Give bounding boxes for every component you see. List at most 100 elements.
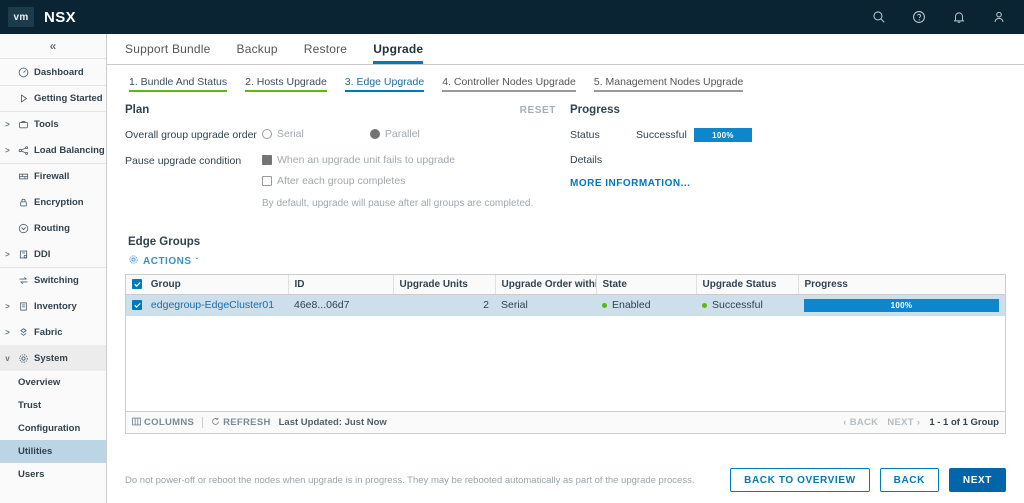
pagination: ‹ BACK NEXT › 1 - 1 of 1 Group	[843, 417, 999, 428]
table-row[interactable]: edgegroup-EdgeCluster01 46e8...06d7 2 Se…	[126, 294, 1005, 316]
cell-progress: 100%	[798, 294, 1005, 316]
sidebar-item-dashboard[interactable]: Dashboard	[0, 59, 106, 85]
upgrade-order-label: Overall group upgrade order	[125, 129, 257, 141]
step-management-nodes-upgrade[interactable]: 5. Management Nodes Upgrade	[593, 76, 744, 92]
sidebar-item-utilities[interactable]: Utilities	[0, 440, 106, 463]
sidebar-item-label: Encryption	[34, 196, 84, 208]
cell-upgrade-order: Serial	[501, 299, 528, 312]
cell-group[interactable]: edgegroup-EdgeCluster01	[126, 294, 288, 316]
columns-label: COLUMNS	[144, 417, 195, 428]
tab-upgrade[interactable]: Upgrade	[373, 42, 424, 64]
sidebar-item-label: Tools	[34, 119, 59, 130]
plan-title: Plan	[125, 104, 150, 116]
pagination-back-button[interactable]: ‹ BACK	[843, 417, 878, 428]
back-button[interactable]: BACK	[879, 468, 939, 492]
sidebar-item-label: Load Balancing	[34, 144, 105, 156]
sidebar-item-label: Getting Started	[34, 93, 103, 104]
pagination-next-label: NEXT	[887, 417, 914, 428]
sidebar-item-tools[interactable]: > Tools	[0, 111, 106, 137]
main-content: Support Bundle Backup Restore Upgrade 1.…	[107, 34, 1024, 503]
sidebar-item-fabric[interactable]: > Fabric	[0, 319, 106, 345]
refresh-label: REFRESH	[223, 417, 271, 428]
step-bundle-and-status[interactable]: 1. Bundle And Status	[129, 76, 228, 92]
cell-state: Enabled	[596, 294, 696, 316]
row-checkbox[interactable]	[132, 300, 142, 311]
checkbox-pause-on-failure[interactable]	[262, 155, 272, 165]
user-icon[interactable]	[992, 10, 1006, 24]
column-header-group[interactable]: Group	[126, 275, 289, 295]
sidebar-item-label: Firewall	[34, 171, 70, 182]
firewall-icon	[16, 171, 30, 182]
status-dot-icon	[702, 302, 707, 308]
upgrade-status-text: Successful	[712, 299, 763, 312]
help-icon[interactable]	[912, 10, 926, 24]
sidebar-item-trust[interactable]: Trust	[0, 394, 106, 417]
routing-icon	[16, 223, 30, 234]
sidebar-item-label: DDI	[34, 248, 51, 260]
chevron-right-icon: >	[5, 145, 10, 155]
progress-status-label: Status	[570, 129, 600, 141]
chevron-down-icon: ˇ	[195, 256, 199, 266]
chevron-right-icon: >	[5, 301, 10, 311]
step-controller-nodes-upgrade[interactable]: 4. Controller Nodes Upgrade	[442, 76, 576, 92]
sidebar-item-inventory[interactable]: > Inventory	[0, 293, 106, 319]
group-link[interactable]: edgegroup-EdgeCluster01	[151, 299, 274, 311]
checkbox-pause-after-group[interactable]	[262, 176, 272, 186]
step-hosts-upgrade[interactable]: 2. Hosts Upgrade	[245, 76, 327, 92]
sidebar-item-encryption[interactable]: Encryption	[0, 189, 106, 215]
upgrade-stepper: 1. Bundle And Status 2. Hosts Upgrade 3.…	[107, 65, 1024, 92]
chevron-right-icon: >	[5, 249, 10, 259]
column-header-upgrade-status[interactable]: Upgrade Status	[696, 275, 799, 295]
gear-icon	[16, 353, 30, 364]
pagination-next-button[interactable]: NEXT ›	[887, 417, 920, 428]
pagination-count: 1 - 1 of 1 Group	[929, 417, 999, 428]
column-header-upgrade-order[interactable]: Upgrade Order within Gr	[495, 275, 597, 295]
sidebar-item-load-balancing[interactable]: > Load Balancing	[0, 137, 106, 163]
refresh-button[interactable]: REFRESH	[211, 417, 271, 429]
fabric-icon	[16, 327, 30, 338]
tab-support-bundle[interactable]: Support Bundle	[125, 42, 211, 64]
radio-parallel[interactable]	[369, 129, 380, 139]
radio-serial[interactable]	[262, 129, 272, 139]
progress-section: Progress Status Successful 100% Details …	[562, 104, 1006, 222]
edge-groups-title: Edge Groups	[128, 236, 201, 248]
sidebar-item-label: Dashboard	[34, 66, 84, 78]
column-header-upgrade-units[interactable]: Upgrade Units	[393, 275, 496, 295]
columns-button[interactable]: COLUMNS	[132, 417, 194, 429]
back-to-overview-button[interactable]: BACK TO OVERVIEW	[730, 468, 870, 492]
tab-restore[interactable]: Restore	[304, 42, 347, 64]
state-text: Enabled	[612, 299, 651, 312]
sidebar-item-configuration[interactable]: Configuration	[0, 417, 106, 440]
sidebar-collapse-button[interactable]: «	[0, 34, 106, 59]
step-edge-upgrade[interactable]: 3. Edge Upgrade	[344, 76, 425, 92]
search-icon[interactable]	[872, 10, 886, 24]
more-information-link[interactable]: MORE INFORMATION...	[570, 178, 1006, 189]
progress-details-label: Details	[570, 154, 603, 166]
columns-icon	[132, 417, 141, 429]
column-header-state[interactable]: State	[596, 275, 697, 295]
brand[interactable]: vm NSX	[8, 7, 76, 27]
sidebar-item-ddi[interactable]: > DDI	[0, 241, 106, 267]
radio-parallel-label: Parallel	[384, 128, 420, 140]
reset-button[interactable]: RESET	[520, 105, 562, 116]
column-header-progress[interactable]: Progress	[798, 275, 1005, 295]
select-all-checkbox[interactable]	[132, 279, 142, 290]
sidebar-item-label: Fabric	[34, 326, 63, 338]
sidebar-item-routing[interactable]: Routing	[0, 215, 106, 241]
sidebar-item-firewall[interactable]: Firewall	[0, 163, 106, 189]
sidebar-item-overview[interactable]: Overview	[0, 371, 106, 394]
sidebar-item-switching[interactable]: Switching	[0, 267, 106, 293]
bell-icon[interactable]	[952, 10, 966, 24]
app-header: vm NSX	[0, 0, 1024, 34]
switching-icon	[16, 275, 30, 286]
actions-menu-button[interactable]: ACTIONS ˇ	[128, 254, 1006, 268]
sidebar-item-getting-started[interactable]: Getting Started	[0, 85, 106, 111]
next-button[interactable]: NEXT	[948, 468, 1006, 492]
tab-backup[interactable]: Backup	[237, 42, 278, 64]
column-header-id[interactable]: ID	[288, 275, 394, 295]
sidebar-item-system[interactable]: v System	[0, 345, 106, 371]
actions-label: ACTIONS	[143, 255, 192, 267]
column-label: Group	[150, 278, 181, 290]
sidebar-item-users[interactable]: Users	[0, 463, 106, 486]
sidebar-item-label: Inventory	[34, 300, 77, 312]
